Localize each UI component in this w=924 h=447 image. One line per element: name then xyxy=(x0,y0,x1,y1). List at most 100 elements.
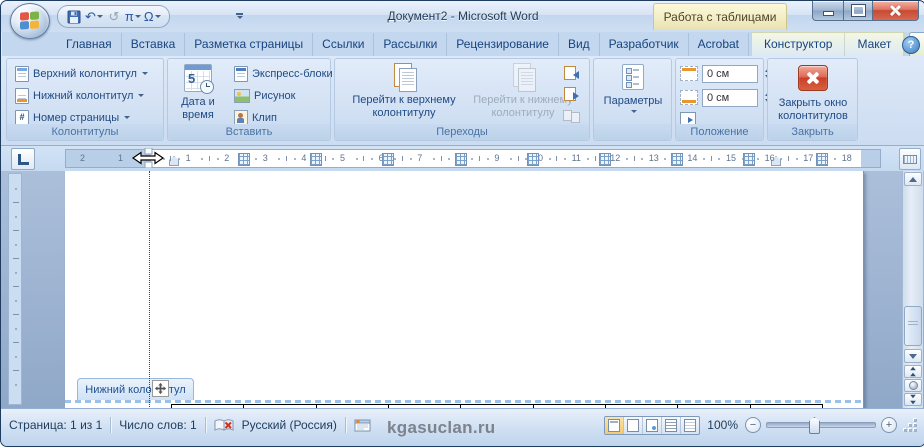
vertical-ruler[interactable] xyxy=(8,173,22,405)
tab-insert[interactable]: Вставка xyxy=(122,33,186,56)
ruler-tick xyxy=(795,158,798,160)
ruler-tick xyxy=(548,158,551,160)
previous-page-button[interactable] xyxy=(904,365,922,378)
tab-mailings[interactable]: Рассылки xyxy=(374,33,448,56)
reading-view-icon xyxy=(627,418,640,432)
chevron-down-icon xyxy=(236,16,243,19)
tab-references[interactable]: Ссылки xyxy=(313,33,375,56)
scroll-down-button[interactable] xyxy=(904,349,922,363)
scroll-up-button[interactable] xyxy=(904,172,922,186)
vertical-scrollbar[interactable] xyxy=(902,171,923,408)
header-button[interactable]: Верхний колонтитул xyxy=(11,63,152,84)
quick-parts-button[interactable]: Экспресс-блоки xyxy=(230,63,348,84)
tab-developer[interactable]: Разработчик xyxy=(600,33,689,56)
word-count[interactable]: Число слов: 1 xyxy=(119,418,196,432)
tab-view[interactable]: Вид xyxy=(559,33,600,56)
ruler-tick xyxy=(394,158,397,160)
scroll-thumb[interactable] xyxy=(904,306,922,346)
footer-from-bottom-row: 0 см xyxy=(678,87,773,108)
footer-icon xyxy=(15,87,29,104)
tab-home[interactable]: Главная xyxy=(57,33,122,56)
picture-icon xyxy=(234,88,250,103)
customize-qat-button[interactable] xyxy=(233,8,245,24)
redo-button[interactable]: ↺ xyxy=(106,8,122,25)
equation-button[interactable]: π xyxy=(125,8,141,25)
link-to-previous-button[interactable] xyxy=(563,105,580,126)
zoom-in-button[interactable]: + xyxy=(881,417,897,433)
full-screen-reading-view-button[interactable] xyxy=(624,416,644,434)
zoom-slider-thumb[interactable] xyxy=(809,417,820,434)
help-button[interactable]: ? xyxy=(902,36,920,54)
document-page[interactable] xyxy=(65,171,864,408)
arrow-up-icon xyxy=(909,176,917,182)
zoom-slider-track[interactable] xyxy=(766,417,876,434)
tab-review[interactable]: Рецензирование xyxy=(447,33,559,56)
close-button[interactable] xyxy=(873,1,919,21)
zoom-out-button[interactable]: − xyxy=(745,417,761,433)
page-indicator[interactable]: Страница: 1 из 1 xyxy=(9,418,102,432)
ribbon: Верхний колонтитул Нижний колонтитул # Н… xyxy=(1,56,924,146)
document-area: Нижний колонтитул xyxy=(1,171,924,408)
language-indicator[interactable]: Русский (Россия) xyxy=(242,418,337,432)
header-from-top-input[interactable]: 0 см xyxy=(702,64,758,83)
table-column-marker[interactable] xyxy=(815,153,828,166)
table-column-marker[interactable] xyxy=(599,153,611,166)
table-column-marker[interactable] xyxy=(743,153,756,166)
options-button[interactable]: Параметры xyxy=(602,64,664,113)
tab-table-layout[interactable]: Макет xyxy=(845,33,905,56)
macro-record-icon[interactable] xyxy=(354,419,371,432)
print-layout-view-button[interactable] xyxy=(605,416,625,434)
browse-dot-icon xyxy=(908,381,918,390)
select-browse-object-button[interactable] xyxy=(904,379,922,392)
view-ruler-toggle[interactable] xyxy=(899,148,921,170)
horizontal-ruler[interactable]: 2 1 123456789101112131415161718 xyxy=(65,149,881,168)
tab-acrobat[interactable]: Acrobat xyxy=(689,33,750,56)
table-move-handle[interactable] xyxy=(152,380,169,397)
table-column-marker[interactable] xyxy=(310,153,323,166)
window-resize-grip[interactable] xyxy=(904,418,917,432)
previous-section-button[interactable] xyxy=(563,62,579,83)
picture-button[interactable]: Рисунок xyxy=(230,85,300,106)
table-column-marker[interactable] xyxy=(671,153,684,166)
save-button[interactable] xyxy=(66,8,82,25)
maximize-button[interactable] xyxy=(844,1,873,21)
ruler-tick xyxy=(371,158,374,160)
help-icon: ? xyxy=(907,39,915,51)
chevron-down-icon xyxy=(141,72,148,75)
footer-button[interactable]: Нижний колонтитул xyxy=(11,85,148,106)
next-section-button[interactable] xyxy=(563,83,579,104)
undo-button[interactable]: ↶ xyxy=(85,8,103,25)
web-layout-view-button[interactable] xyxy=(643,416,663,434)
tab-table-design[interactable]: Конструктор xyxy=(752,33,846,56)
close-header-footer-button[interactable]: Закрыть окно колонтитулов xyxy=(773,65,853,123)
minimize-button[interactable] xyxy=(812,1,844,21)
chevron-down-icon xyxy=(138,94,145,97)
outline-view-button[interactable] xyxy=(662,416,682,434)
ruler-tick xyxy=(641,158,644,160)
footer-from-bottom-input[interactable]: 0 см xyxy=(702,88,758,107)
draft-view-button[interactable] xyxy=(681,417,699,434)
ruler-number: 1 xyxy=(118,153,124,163)
left-tab-icon xyxy=(18,154,29,165)
ruler-tick xyxy=(255,158,258,160)
group-close: Закрыть окно колонтитулов Закрыть xyxy=(767,58,858,141)
proofing-error-icon[interactable] xyxy=(214,418,234,433)
table-column-marker[interactable] xyxy=(382,153,395,166)
zoom-level[interactable]: 100% xyxy=(707,418,738,432)
ruler-tick xyxy=(664,158,667,160)
next-page-button[interactable] xyxy=(904,393,922,406)
ruler-tick xyxy=(757,158,760,160)
ruler-tick xyxy=(355,158,358,160)
table-tools-tab-group: Конструктор Макет xyxy=(751,32,906,56)
ruler-tick xyxy=(401,156,403,161)
table-column-marker[interactable] xyxy=(238,153,250,166)
tab-stop-selector[interactable] xyxy=(11,148,35,170)
tab-page-layout[interactable]: Разметка страницы xyxy=(185,33,314,56)
table-column-marker[interactable] xyxy=(526,153,539,166)
ribbon-tab-row: Главная Вставка Разметка страницы Ссылки… xyxy=(1,32,924,56)
ruler-tick xyxy=(479,156,481,161)
table-column-marker[interactable] xyxy=(454,153,467,166)
date-time-button[interactable]: 5 Дата и время xyxy=(172,64,224,122)
symbol-button[interactable]: Ω xyxy=(144,8,161,25)
goto-header-button[interactable]: Перейти к верхнему колонтитулу xyxy=(341,63,467,120)
